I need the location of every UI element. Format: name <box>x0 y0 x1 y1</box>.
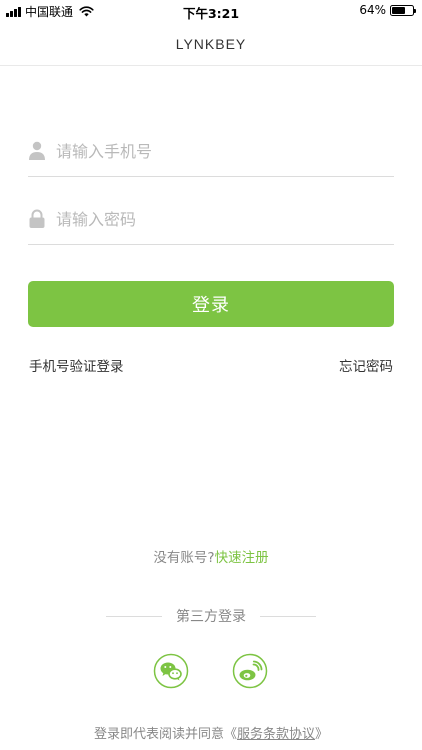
divider-line <box>260 615 316 617</box>
password-input[interactable] <box>56 201 386 237</box>
register-prompt-text: 没有账号? <box>153 550 215 566</box>
third-party-divider: 第三方登录 <box>0 606 422 626</box>
phone-input[interactable] <box>56 133 386 169</box>
agreement-suffix: 》 <box>315 727 329 742</box>
sms-login-link[interactable]: 手机号验证登录 <box>29 355 124 375</box>
register-prompt: 没有账号?快速注册 <box>0 546 422 566</box>
password-field[interactable] <box>28 201 394 245</box>
wechat-icon[interactable] <box>153 653 189 689</box>
weibo-icon[interactable] <box>232 653 268 689</box>
battery-icon <box>390 4 416 16</box>
forgot-password-link[interactable]: 忘记密码 <box>339 355 393 375</box>
phone-field[interactable] <box>28 133 394 177</box>
user-icon <box>29 141 45 160</box>
status-bar-right: 64% <box>359 3 416 17</box>
battery-fill <box>392 6 405 14</box>
agreement-prefix: 登录即代表阅读并同意《 <box>93 727 237 742</box>
page-title: LYNKBEY <box>175 36 247 52</box>
quick-register-link[interactable]: 快速注册 <box>215 550 269 566</box>
battery-percent: 64% <box>359 3 386 17</box>
third-party-title: 第三方登录 <box>176 609 246 625</box>
divider-line <box>106 615 162 617</box>
lock-icon <box>29 209 45 228</box>
login-button[interactable]: 登录 <box>28 281 394 327</box>
terms-link[interactable]: 服务条款协议 <box>237 727 315 742</box>
status-bar: 中国联通 下午3:21 64% <box>0 0 422 22</box>
agreement-text: 登录即代表阅读并同意《服务条款协议》 <box>0 723 422 742</box>
nav-bar: LYNKBEY <box>0 22 422 66</box>
